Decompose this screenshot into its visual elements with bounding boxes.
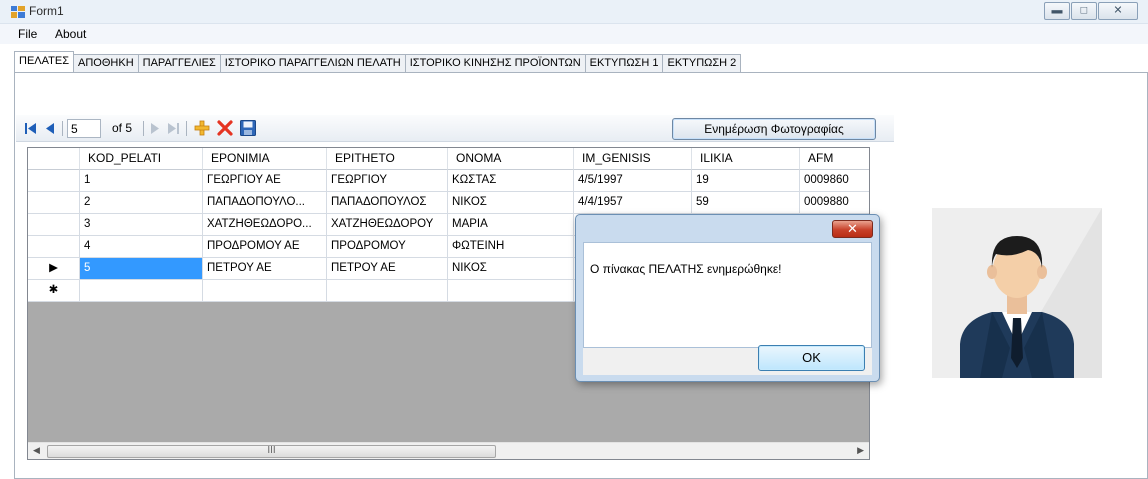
- grid-cell[interactable]: ΠΕΤΡΟΥ ΑΕ: [327, 258, 448, 280]
- column-header-epitheto[interactable]: EPITHETO: [327, 148, 448, 170]
- grid-cell[interactable]: ΠΑΠΑΔΟΠΟΥΛΟΣ: [327, 192, 448, 214]
- grid-cell[interactable]: 4/5/1997: [574, 170, 692, 192]
- grid-cell[interactable]: ΠΡΟΔΡΟΜΟΥ: [327, 236, 448, 258]
- scroll-right-icon[interactable]: ▶: [857, 445, 864, 456]
- menu-file[interactable]: File: [18, 27, 37, 41]
- position-field[interactable]: 5: [67, 119, 101, 138]
- grid-cell[interactable]: ΧΑΤΖΗΘΕΩΔΟΡΟΥ: [327, 214, 448, 236]
- toolbar-separator: [62, 121, 63, 136]
- menu-about[interactable]: About: [55, 27, 86, 41]
- close-window-button[interactable]: ✕: [1098, 2, 1138, 20]
- dialog-body: [583, 242, 872, 348]
- tab-strip: ΠΕΛΑΤΕΣ ΑΠΟΘΗΚΗ ΠΑΡΑΓΓΕΛΙΕΣ ΙΣΤΟΡΙΚΟ ΠΑΡ…: [14, 51, 742, 72]
- toolbar-separator: [143, 121, 144, 136]
- grid-cell[interactable]: ΦΩΤΕΙΝΗ: [448, 236, 574, 258]
- table-row[interactable]: 1 ΓΕΩΡΓΙΟΥ ΑΕ ΓΕΩΡΓΙΟΥ ΚΩΣΤΑΣ 4/5/1997 1…: [28, 170, 869, 192]
- window-title: Form1: [29, 4, 64, 18]
- close-icon: ✕: [1113, 4, 1123, 17]
- grid-cell[interactable]: ΝΙΚΟΣ: [448, 192, 574, 214]
- row-header[interactable]: [28, 214, 80, 236]
- column-header-eponimia[interactable]: EPONIMIA: [203, 148, 327, 170]
- move-first-icon[interactable]: [25, 123, 36, 134]
- minimize-button[interactable]: ▬: [1044, 2, 1070, 20]
- ok-button[interactable]: OK: [758, 345, 865, 371]
- grid-cell[interactable]: ΠΑΠΑΔΟΠΟΥΛΟ...: [203, 192, 327, 214]
- minimize-icon: ▬: [1051, 4, 1063, 17]
- grid-cell[interactable]: ΓΕΩΡΓΙΟΥ ΑΕ: [203, 170, 327, 192]
- binding-navigator: 5 of 5 Ενημέρωση Φωτογραφίας: [16, 115, 894, 142]
- tab-customer-order-history[interactable]: ΙΣΤΟΡΙΚΟ ΠΑΡΑΓΓΕΛΙΩΝ ΠΕΛΑΤΗ: [219, 54, 406, 72]
- grid-cell[interactable]: [203, 280, 327, 302]
- tab-customers[interactable]: ΠΕΛΑΤΕΣ: [14, 51, 75, 72]
- column-header-afm[interactable]: AFM: [800, 148, 869, 170]
- grid-corner-cell[interactable]: [28, 148, 80, 170]
- row-header[interactable]: [28, 170, 80, 192]
- maximize-button[interactable]: □: [1071, 2, 1097, 20]
- grid-cell[interactable]: ΜΑΡΙΑ: [448, 214, 574, 236]
- window-title-bar[interactable]: Form1 ▬ □ ✕: [0, 0, 1148, 24]
- grid-cell[interactable]: 4/4/1957: [574, 192, 692, 214]
- app-form-icon: [11, 6, 25, 18]
- maximize-icon: □: [1080, 4, 1088, 17]
- grid-cell[interactable]: [80, 280, 203, 302]
- move-previous-icon[interactable]: [46, 123, 54, 134]
- grid-cell[interactable]: 59: [692, 192, 800, 214]
- update-confirmation-dialog: ✕ Ο πίνακας ΠΕΛΑΤΗΣ ενημερώθηκε! OK: [575, 214, 880, 382]
- column-header-im-genisis[interactable]: IM_GENISIS: [574, 148, 692, 170]
- grid-cell[interactable]: ΚΩΣΤΑΣ: [448, 170, 574, 192]
- column-header-onoma[interactable]: ONOMA: [448, 148, 574, 170]
- record-count: of 5: [112, 121, 133, 135]
- row-header[interactable]: [28, 192, 80, 214]
- add-new-record-icon[interactable]: [194, 120, 210, 136]
- save-data-icon[interactable]: [240, 120, 256, 136]
- grid-cell[interactable]: ΧΑΤΖΗΘΕΩΔΟΡΟ...: [203, 214, 327, 236]
- grid-cell[interactable]: 3: [80, 214, 203, 236]
- horizontal-scrollbar[interactable]: ◀ III ▶: [28, 442, 869, 459]
- scrollbar-grip: III: [267, 445, 276, 456]
- tab-print-1[interactable]: ΕΚΤΥΠΩΣΗ 1: [584, 54, 664, 72]
- customer-photo: [932, 208, 1102, 378]
- grid-cell[interactable]: [448, 280, 574, 302]
- grid-cell[interactable]: ΝΙΚΟΣ: [448, 258, 574, 280]
- toolbar-separator: [186, 121, 187, 136]
- dialog-message: Ο πίνακας ΠΕΛΑΤΗΣ ενημερώθηκε!: [590, 262, 782, 276]
- move-last-icon[interactable]: [168, 123, 179, 134]
- grid-cell-selected[interactable]: 5: [80, 258, 203, 280]
- column-header-ilikia[interactable]: ILIKIA: [692, 148, 800, 170]
- delete-record-icon[interactable]: [217, 120, 233, 136]
- column-header-kod-pelati[interactable]: KOD_PELATI: [80, 148, 203, 170]
- grid-cell[interactable]: 4: [80, 236, 203, 258]
- menu-bar: File About: [0, 24, 1148, 44]
- tab-print-2[interactable]: ΕΚΤΥΠΩΣΗ 2: [662, 54, 742, 72]
- tab-product-movement-history[interactable]: ΙΣΤΟΡΙΚΟ ΚΙΝΗΣΗΣ ΠΡΟΪΟΝΤΩΝ: [404, 54, 586, 72]
- grid-cell[interactable]: 1: [80, 170, 203, 192]
- current-row-indicator[interactable]: ▶: [28, 258, 80, 280]
- table-row[interactable]: 2 ΠΑΠΑΔΟΠΟΥΛΟ... ΠΑΠΑΔΟΠΟΥΛΟΣ ΝΙΚΟΣ 4/4/…: [28, 192, 869, 214]
- grid-cell[interactable]: ΠΕΤΡΟΥ ΑΕ: [203, 258, 327, 280]
- new-row-indicator[interactable]: ✱: [28, 280, 80, 302]
- update-photo-button[interactable]: Ενημέρωση Φωτογραφίας: [672, 118, 876, 140]
- window-controls: ▬ □ ✕: [1043, 2, 1138, 20]
- scrollbar-thumb[interactable]: III: [47, 445, 496, 458]
- tab-warehouse[interactable]: ΑΠΟΘΗΚΗ: [73, 54, 139, 72]
- scroll-left-icon[interactable]: ◀: [33, 445, 40, 456]
- grid-cell[interactable]: 2: [80, 192, 203, 214]
- grid-header-row: KOD_PELATI EPONIMIA EPITHETO ONOMA IM_GE…: [28, 148, 869, 170]
- grid-cell[interactable]: 0009880: [800, 192, 869, 214]
- grid-cell[interactable]: [327, 280, 448, 302]
- dialog-close-button[interactable]: ✕: [832, 220, 873, 238]
- tab-orders[interactable]: ΠΑΡΑΓΓΕΛΙΕΣ: [137, 54, 221, 72]
- grid-cell[interactable]: 19: [692, 170, 800, 192]
- grid-cell[interactable]: ΓΕΩΡΓΙΟΥ: [327, 170, 448, 192]
- move-next-icon[interactable]: [151, 123, 159, 134]
- grid-cell[interactable]: ΠΡΟΔΡΟΜΟΥ ΑΕ: [203, 236, 327, 258]
- grid-cell[interactable]: 0009860: [800, 170, 869, 192]
- row-header[interactable]: [28, 236, 80, 258]
